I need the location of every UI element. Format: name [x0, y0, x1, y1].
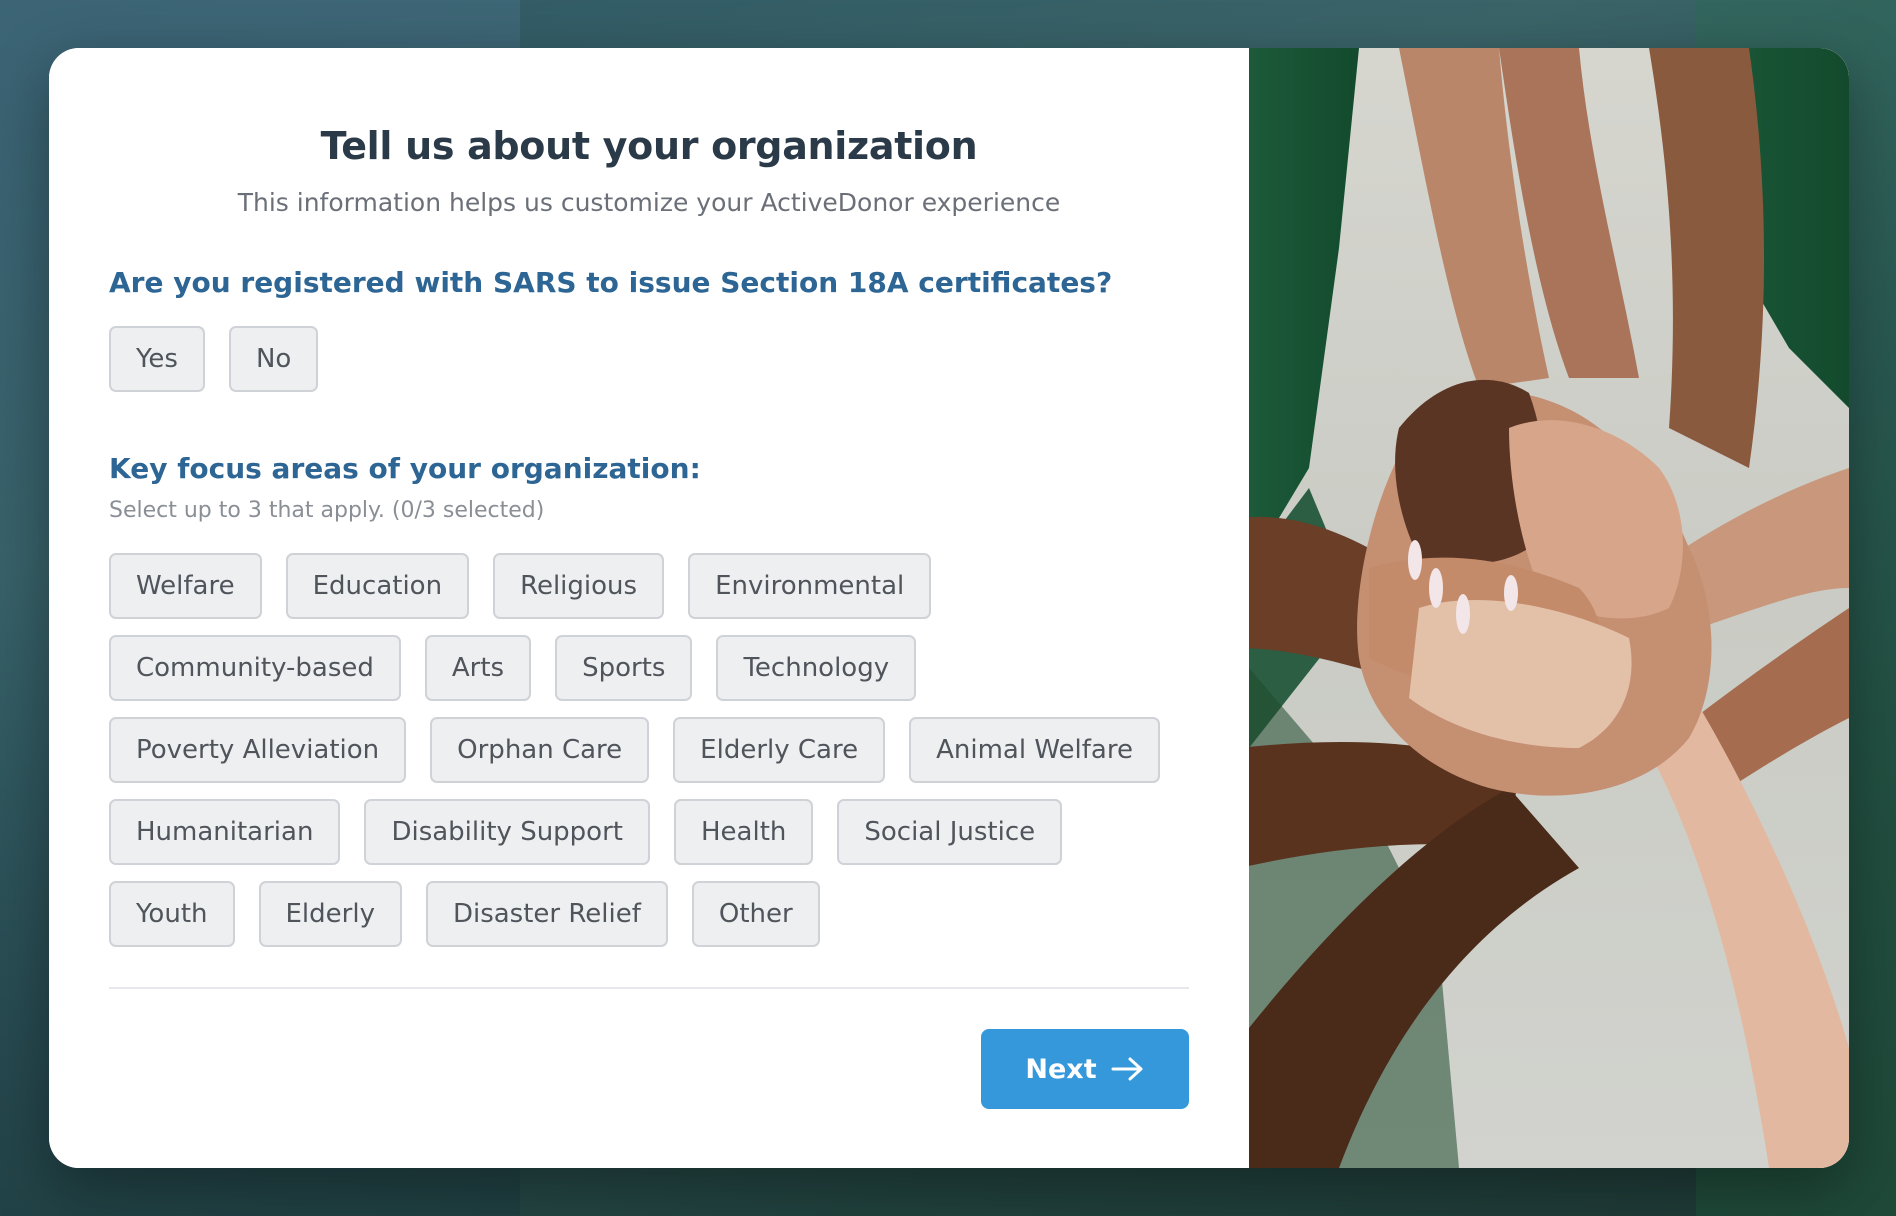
- focus-areas-chips: Welfare Education Religious Environmenta…: [109, 553, 1189, 963]
- focus-row: Youth Elderly Disaster Relief Other: [109, 881, 1189, 947]
- focus-chip-environmental[interactable]: Environmental: [688, 553, 932, 619]
- focus-chip-elderly-care[interactable]: Elderly Care: [673, 717, 886, 783]
- focus-chip-social-justice[interactable]: Social Justice: [837, 799, 1063, 865]
- focus-chip-animal-welfare[interactable]: Animal Welfare: [909, 717, 1160, 783]
- focus-chip-sports[interactable]: Sports: [555, 635, 693, 701]
- focus-chip-welfare[interactable]: Welfare: [109, 553, 262, 619]
- onboarding-card: Tell us about your organization This inf…: [49, 48, 1849, 1168]
- arrow-right-icon: [1111, 1056, 1145, 1082]
- hands-together-photo: [1249, 48, 1849, 1168]
- focus-row: Poverty Alleviation Orphan Care Elderly …: [109, 717, 1189, 783]
- focus-chip-technology[interactable]: Technology: [716, 635, 917, 701]
- focus-chip-humanitarian[interactable]: Humanitarian: [109, 799, 341, 865]
- yes-button[interactable]: Yes: [109, 326, 205, 392]
- form-divider: [109, 987, 1189, 989]
- sars-question: Are you registered with SARS to issue Se…: [109, 266, 1113, 299]
- focus-chip-other[interactable]: Other: [691, 881, 820, 947]
- form-panel: Tell us about your organization This inf…: [49, 48, 1249, 1168]
- focus-areas-question: Key focus areas of your organization:: [109, 452, 701, 485]
- focus-chip-disaster-relief[interactable]: Disaster Relief: [425, 881, 668, 947]
- focus-chip-religious[interactable]: Religious: [493, 553, 665, 619]
- focus-chip-disability-support[interactable]: Disability Support: [364, 799, 650, 865]
- sars-options: Yes No: [109, 326, 319, 392]
- focus-row: Welfare Education Religious Environmenta…: [109, 553, 1189, 619]
- focus-areas-hint: Select up to 3 that apply. (0/3 selected…: [109, 498, 545, 523]
- focus-chip-poverty-alleviation[interactable]: Poverty Alleviation: [109, 717, 407, 783]
- focus-chip-arts[interactable]: Arts: [424, 635, 532, 701]
- page-title: Tell us about your organization: [320, 124, 978, 168]
- focus-chip-orphan-care[interactable]: Orphan Care: [430, 717, 650, 783]
- next-button[interactable]: Next: [981, 1029, 1189, 1109]
- focus-chip-community-based[interactable]: Community-based: [109, 635, 401, 701]
- focus-chip-elderly[interactable]: Elderly: [258, 881, 402, 947]
- page-subtitle: This information helps us customize your…: [237, 188, 1061, 217]
- focus-chip-health[interactable]: Health: [673, 799, 814, 865]
- hands-illustration: [1249, 48, 1849, 1168]
- focus-row: Humanitarian Disability Support Health S…: [109, 799, 1189, 865]
- focus-chip-youth[interactable]: Youth: [109, 881, 235, 947]
- focus-chip-education[interactable]: Education: [285, 553, 470, 619]
- no-button[interactable]: No: [228, 326, 319, 392]
- next-button-label: Next: [1025, 1053, 1097, 1085]
- focus-row: Community-based Arts Sports Technology: [109, 635, 1189, 701]
